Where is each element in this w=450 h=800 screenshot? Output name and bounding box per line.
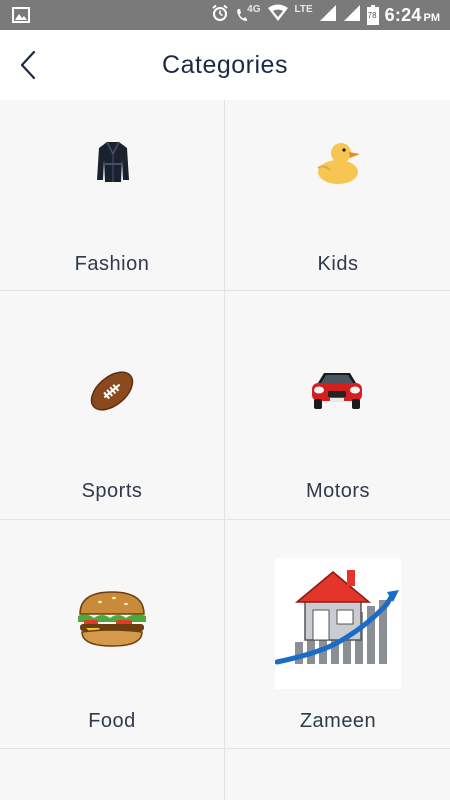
category-label: Kids xyxy=(317,253,359,275)
signal-icon-1 xyxy=(319,4,337,27)
category-zameen[interactable]: Zameen xyxy=(226,520,450,748)
category-sports[interactable]: Sports xyxy=(0,291,224,519)
category-label: Fashion xyxy=(74,253,150,275)
category-partial-left[interactable] xyxy=(0,749,224,800)
coat-icon xyxy=(96,140,130,189)
wifi-icon xyxy=(267,4,289,27)
phone-4g-icon: 4G xyxy=(235,3,261,23)
category-label: Food xyxy=(88,710,136,732)
category-label: Sports xyxy=(81,480,143,502)
battery-icon: 78 xyxy=(366,5,379,25)
category-partial-right[interactable] xyxy=(226,749,450,800)
network-4g-label: 4G xyxy=(247,3,261,15)
grid-divider-horizontal xyxy=(0,290,450,291)
burger-icon xyxy=(76,588,148,657)
status-time: 6:24 xyxy=(384,4,422,25)
house-growth-icon xyxy=(274,558,401,689)
signal-icon-2 xyxy=(343,4,361,27)
gallery-notification-icon xyxy=(12,7,30,28)
rubber-duck-icon xyxy=(314,138,362,191)
football-icon xyxy=(88,367,136,420)
grid-divider-horizontal xyxy=(0,748,450,749)
category-motors[interactable]: Motors xyxy=(226,291,450,519)
category-food[interactable]: Food xyxy=(0,520,224,748)
category-label: Zameen xyxy=(299,710,377,732)
categories-grid: Fashion Kids Sports Motors Food Zameen xyxy=(0,100,450,800)
grid-divider-vertical xyxy=(224,100,225,800)
category-label: Motors xyxy=(305,480,371,502)
alarm-icon xyxy=(211,4,229,27)
app-bar: Categories xyxy=(0,30,450,100)
status-bar: 4G LTE 78 6:24 PM xyxy=(0,0,450,30)
network-lte-label: LTE xyxy=(294,3,313,15)
car-icon xyxy=(310,369,364,418)
grid-divider-horizontal xyxy=(0,519,450,520)
status-ampm: PM xyxy=(423,11,441,24)
page-title: Categories xyxy=(162,51,288,79)
battery-level: 78 xyxy=(367,11,377,20)
clock: 6:24 PM xyxy=(385,5,440,26)
